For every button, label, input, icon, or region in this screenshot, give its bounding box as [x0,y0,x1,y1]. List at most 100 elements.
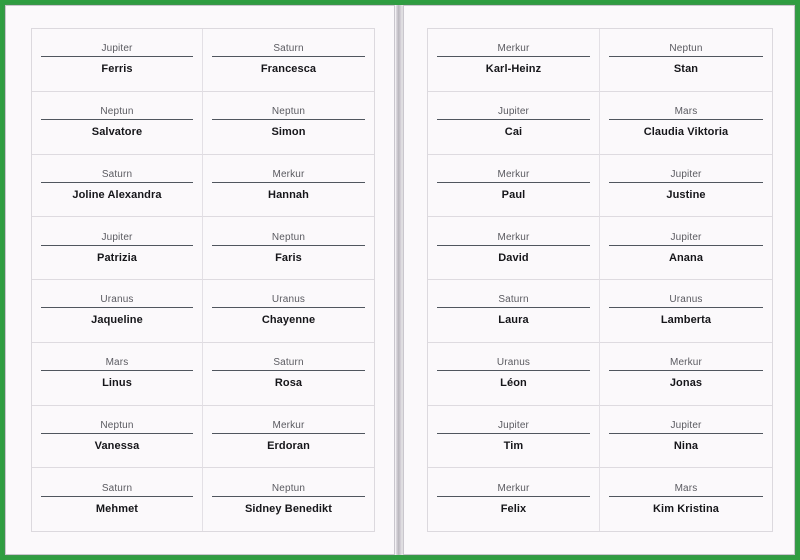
name-card[interactable]: Merkur Jonas [600,343,772,406]
card-divider-rule [41,244,193,246]
name-card-body: Neptun Faris [212,231,365,266]
card-divider-rule [437,119,590,121]
card-divider-rule [609,432,763,434]
card-person-name: Cai [504,126,523,139]
name-card-body: Uranus Jaqueline [41,293,193,328]
name-card-body: Neptun Salvatore [41,105,193,140]
name-card-body: Neptun Stan [609,42,763,77]
card-divider-rule [41,496,193,498]
card-group-label: Merkur [497,483,530,495]
name-card-body: Mars Claudia Viktoria [609,105,763,140]
card-group-label: Uranus [271,294,306,306]
card-divider-rule [212,56,365,58]
card-divider-rule [609,244,763,246]
name-card[interactable]: Merkur Paul [428,154,600,218]
document-viewport: Jupiter Ferris Saturn Francesca Neptun Salvat… [0,0,800,560]
name-card-body: Saturn Mehmet [41,482,193,517]
name-card[interactable]: Uranus Lamberta [600,280,772,343]
card-divider-rule [41,56,193,58]
name-card[interactable]: Saturn Mehmet [32,468,203,531]
name-card-body: Saturn Francesca [212,42,365,77]
card-group-label: Jupiter [497,419,530,431]
name-card[interactable]: Merkur Felix [428,468,600,531]
name-card[interactable]: Mars Kim Kristina [600,468,772,531]
card-person-name: Justine [666,188,706,201]
name-card[interactable]: Merkur Hannah [203,155,374,218]
name-card[interactable]: Jupiter Nina [600,406,772,469]
name-card[interactable]: Uranus Jaqueline [32,280,203,343]
name-card[interactable]: Neptun Vanessa [32,405,203,469]
card-group-label: Merkur [497,43,530,55]
name-card[interactable]: Jupiter Ferris [32,29,203,92]
card-group-label: Saturn [273,43,304,55]
name-card-grid-right: Merkur Karl-Heinz Neptun Stan Jupiter Cai Mars… [427,28,773,532]
name-card[interactable]: Jupiter Patrizia [32,217,203,280]
name-card[interactable]: Uranus Léon [428,342,600,406]
card-person-name: Linus [102,377,132,390]
name-card[interactable]: Jupiter Tim [428,405,600,469]
name-card[interactable]: Uranus Chayenne [203,280,374,343]
name-card[interactable]: Jupiter Justine [600,155,772,218]
name-card-body: Merkur Karl-Heinz [437,42,590,77]
name-card-body: Uranus Chayenne [212,293,365,328]
name-card[interactable]: Saturn Rosa [203,343,374,406]
name-card[interactable]: Mars Claudia Viktoria [600,92,772,155]
name-card[interactable]: Jupiter Cai [428,91,600,155]
card-divider-rule [212,370,365,372]
card-group-label: Saturn [273,357,304,369]
document-page-right[interactable]: Merkur Karl-Heinz Neptun Stan Jupiter Cai Mars… [403,5,795,555]
card-divider-rule [437,432,590,434]
card-divider-rule [437,307,590,309]
name-card[interactable]: Saturn Laura [428,280,600,343]
card-person-name: Felix [500,503,527,516]
card-group-label: Mars [105,357,129,369]
card-person-name: Sidney Benedikt [244,503,333,516]
document-page-left[interactable]: Jupiter Ferris Saturn Francesca Neptun Salvat… [5,5,395,555]
card-divider-rule [609,370,763,372]
name-card[interactable]: Merkur David [428,217,600,280]
card-person-name: Erdoran [267,439,310,452]
name-card[interactable]: Jupiter Anana [600,217,772,280]
card-group-label: Jupiter [670,168,702,180]
card-group-label: Neptun [100,419,134,431]
name-card-body: Mars Linus [41,356,193,391]
name-card-body: Jupiter Justine [609,168,763,203]
name-card[interactable]: Saturn Joline Alexandra [32,154,203,218]
name-card-body: Neptun Sidney Benedikt [212,482,365,517]
name-card[interactable]: Neptun Faris [203,217,374,280]
card-group-label: Neptun [271,231,306,243]
card-divider-rule [609,307,763,309]
card-person-name: Simon [271,126,306,139]
name-card-body: Saturn Rosa [212,356,365,391]
card-person-name: Francesca [260,63,317,76]
card-divider-rule [212,307,365,309]
card-person-name: Tim [503,439,524,452]
card-divider-rule [437,370,590,372]
name-card[interactable]: Neptun Stan [600,29,772,92]
card-divider-rule [609,56,763,58]
name-card[interactable]: Neptun Salvatore [32,91,203,155]
name-card[interactable]: Neptun Sidney Benedikt [203,468,374,531]
card-divider-rule [212,432,365,434]
card-person-name: Rosa [274,377,303,390]
card-person-name: Mehmet [95,503,139,516]
name-card[interactable]: Neptun Simon [203,92,374,155]
card-divider-rule [41,307,193,309]
card-group-label: Neptun [271,106,306,118]
card-group-label: Merkur [497,231,530,243]
name-card[interactable]: Merkur Karl-Heinz [428,29,600,92]
card-divider-rule [437,244,590,246]
name-card-body: Merkur David [437,231,590,266]
name-card[interactable]: Saturn Francesca [203,29,374,92]
name-card-body: Merkur Jonas [609,356,763,391]
name-card[interactable]: Mars Linus [32,342,203,406]
name-card-body: Mars Kim Kristina [609,482,763,517]
page-spread: Jupiter Ferris Saturn Francesca Neptun Salvat… [5,5,795,555]
card-group-label: Merkur [497,168,530,180]
card-divider-rule [41,119,193,121]
name-card-body: Merkur Hannah [212,168,365,203]
card-person-name: Salvatore [91,126,143,139]
page-spread-divider [395,5,403,555]
name-card-body: Saturn Laura [437,293,590,328]
name-card[interactable]: Merkur Erdoran [203,406,374,469]
